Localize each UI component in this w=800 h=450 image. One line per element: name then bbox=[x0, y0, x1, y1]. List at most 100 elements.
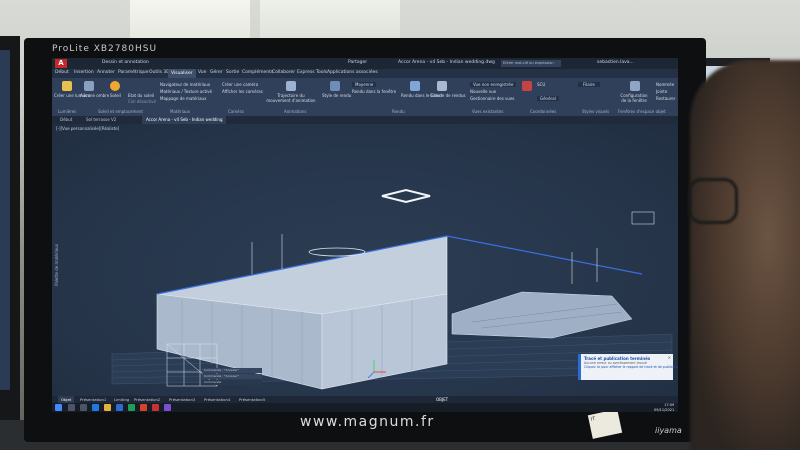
panel-label-sun: Soleil et emplacement bbox=[98, 109, 143, 114]
office-window-2 bbox=[260, 0, 400, 40]
sun-status-button[interactable]: Etat du soleil bbox=[128, 93, 154, 98]
sky-off-button[interactable]: Ciel désactivé bbox=[128, 99, 156, 104]
animation-motion-path-button[interactable]: Trajectoire du mouvement d'animation bbox=[266, 93, 316, 103]
tab-sortie[interactable]: Sortie bbox=[226, 70, 239, 75]
render-style-icon[interactable] bbox=[330, 81, 340, 91]
person-foreground bbox=[690, 60, 800, 450]
layout-tab-1[interactable]: Présentation1 bbox=[80, 397, 106, 402]
panel-label-viewports: Fenêtres d'espace objet bbox=[618, 109, 666, 114]
doc-tab-start[interactable]: Début bbox=[60, 117, 72, 122]
panel-label-views: Vues existantes bbox=[472, 109, 504, 114]
clock-date: 09/11/2021 bbox=[654, 407, 675, 412]
layout-tabs: Objet Présentation1 Limiting Présentatio… bbox=[52, 396, 678, 403]
monitor-maker-logo: iiyama bbox=[655, 426, 682, 435]
command-history-line: Commande : *Annuler* bbox=[202, 374, 262, 379]
share-button[interactable]: Partager bbox=[348, 60, 367, 65]
teams-icon[interactable] bbox=[164, 404, 171, 411]
workspace-dropdown[interactable]: Dessin et annotation bbox=[102, 60, 149, 65]
ucs-button[interactable]: SCU bbox=[537, 82, 545, 87]
plot-complete-notification[interactable]: × Tracé et publication terminés Aucune e… bbox=[578, 354, 678, 380]
show-cameras-button[interactable]: Afficher les caméras bbox=[222, 89, 263, 94]
command-input[interactable]: Commande bbox=[202, 380, 262, 385]
tab-outils-3d[interactable]: Outils 3D bbox=[149, 70, 170, 75]
shadow-icon[interactable] bbox=[84, 81, 94, 91]
sun-icon[interactable] bbox=[110, 81, 120, 91]
restore-viewport-button[interactable]: Restaurer bbox=[656, 96, 675, 101]
views-select[interactable]: Vue non enregistrée bbox=[470, 82, 517, 87]
layout-tab-2[interactable]: Présentation2 bbox=[134, 397, 160, 402]
monitor-screen: A Dessin et annotation Partager Accor Ar… bbox=[52, 58, 678, 412]
ucs-icon[interactable] bbox=[522, 81, 532, 91]
panel-label-animations: Animations bbox=[284, 109, 307, 114]
user-account[interactable]: sebastien.lava... bbox=[597, 60, 634, 65]
join-viewport-button[interactable]: Jointe bbox=[656, 89, 667, 94]
tab-express-tools[interactable]: Express Tools bbox=[297, 70, 327, 75]
tab-complements[interactable]: Compléments bbox=[242, 70, 273, 75]
tab-collaborer[interactable]: Collaborer bbox=[272, 70, 295, 75]
material-mapping-button[interactable]: Mappage de matériaux bbox=[160, 96, 206, 101]
render-quality-select[interactable]: Moyenne bbox=[352, 82, 377, 87]
app-titlebar: A Dessin et annotation Partager Accor Ar… bbox=[52, 58, 678, 69]
panel-label-materials: Matériaux bbox=[170, 109, 191, 114]
acrobat-icon[interactable] bbox=[152, 404, 159, 411]
system-clock[interactable]: 17:09 09/11/2021 bbox=[654, 403, 674, 412]
doc-tab-active[interactable]: Accor Arena - v4 Seb - Indian wedding bbox=[142, 116, 227, 124]
floating-module bbox=[631, 211, 655, 225]
edge-browser-icon[interactable] bbox=[92, 404, 99, 411]
cloud-icon[interactable] bbox=[410, 81, 420, 91]
ucs-general-select[interactable]: Général bbox=[537, 96, 559, 101]
create-camera-button[interactable]: Créer une caméra bbox=[222, 82, 258, 87]
tab-visualiser[interactable]: Visualiser bbox=[168, 69, 196, 78]
sun-button[interactable]: Soleil bbox=[110, 93, 121, 98]
watermark: www.magnum.fr bbox=[300, 414, 435, 430]
visual-style-select[interactable]: Filaire bbox=[578, 82, 600, 87]
autocad-logo-icon[interactable]: A bbox=[55, 59, 67, 68]
drawing-viewport[interactable]: [-][Vue personnalisée][Réaliste] Palette… bbox=[52, 124, 678, 396]
gallery-icon[interactable] bbox=[437, 81, 447, 91]
search-input[interactable]: Entrer mot-clé ou expression bbox=[501, 60, 561, 67]
tab-annoter[interactable]: Annoter bbox=[97, 70, 115, 75]
notification-report-link[interactable]: Cliquez ici pour afficher le rapport de … bbox=[584, 365, 678, 369]
tab-insertion[interactable]: Insertion bbox=[74, 70, 94, 75]
layout-tab-5[interactable]: Présentation5 bbox=[239, 397, 265, 402]
command-line[interactable]: Commande : *Annuler* Commande : *Annuler… bbox=[202, 368, 272, 390]
layout-tab-model[interactable]: Objet bbox=[58, 396, 75, 403]
tab-gerer[interactable]: Gérer bbox=[210, 70, 223, 75]
task-view-icon[interactable] bbox=[80, 404, 87, 411]
material-browser-button[interactable]: Navigateur de matériaux bbox=[160, 82, 210, 87]
viewport-config-button[interactable]: Configuration de la fenêtre bbox=[618, 93, 650, 103]
model-space-status[interactable]: OBJET bbox=[436, 397, 448, 402]
layout-tab-3[interactable]: Présentation3 bbox=[169, 397, 195, 402]
panel-label-coordinates: Coordonnées bbox=[530, 109, 557, 114]
windows-start-icon[interactable] bbox=[55, 404, 62, 411]
file-explorer-icon[interactable] bbox=[104, 404, 111, 411]
viewport-config-icon[interactable] bbox=[630, 81, 640, 91]
excel-icon[interactable] bbox=[128, 404, 135, 411]
light-bulb-icon[interactable] bbox=[62, 81, 72, 91]
tab-applications[interactable]: Applications associées bbox=[327, 70, 378, 75]
close-icon[interactable]: × bbox=[668, 355, 671, 360]
tab-parametrique[interactable]: Paramétrique bbox=[118, 70, 148, 75]
layout-tab-limiting[interactable]: Limiting bbox=[114, 397, 129, 402]
overhead-frame bbox=[381, 188, 431, 204]
motion-path-icon[interactable] bbox=[286, 81, 296, 91]
tab-debut[interactable]: Début bbox=[55, 70, 69, 75]
doc-tab-terrace[interactable]: Sol terrasse V2 bbox=[86, 117, 116, 122]
search-icon[interactable] bbox=[68, 404, 75, 411]
render-gallery-button[interactable]: Galerie de rendus bbox=[430, 93, 466, 98]
render-in-window-select[interactable]: Rendu dans la fenêtre bbox=[352, 89, 396, 94]
materials-texture-toggle[interactable]: Matériaux / Texture activé bbox=[160, 89, 212, 94]
monitor-brand: ProLite XB2780HSU bbox=[52, 44, 158, 54]
rigging-ring bbox=[308, 247, 366, 257]
tab-vue[interactable]: Vue bbox=[198, 70, 206, 75]
document-title: Accor Arena - v4 Seb - Indian wedding.dw… bbox=[398, 60, 495, 65]
layout-tab-4[interactable]: Présentation4 bbox=[204, 397, 230, 402]
new-view-button[interactable]: Nouvelle vue bbox=[470, 89, 496, 94]
outlook-icon[interactable] bbox=[116, 404, 123, 411]
no-shadow-button[interactable]: Aucune ombre bbox=[80, 93, 109, 98]
autocad-taskbar-icon[interactable] bbox=[140, 404, 147, 411]
named-viewport-button[interactable]: Nommée bbox=[656, 82, 674, 87]
ribbon-tabs: Début Insertion Annoter Paramétrique Out… bbox=[52, 69, 678, 78]
render-style-button[interactable]: Style de rendu bbox=[322, 93, 351, 98]
view-manager-button[interactable]: Gestionnaire des vues bbox=[470, 96, 515, 101]
